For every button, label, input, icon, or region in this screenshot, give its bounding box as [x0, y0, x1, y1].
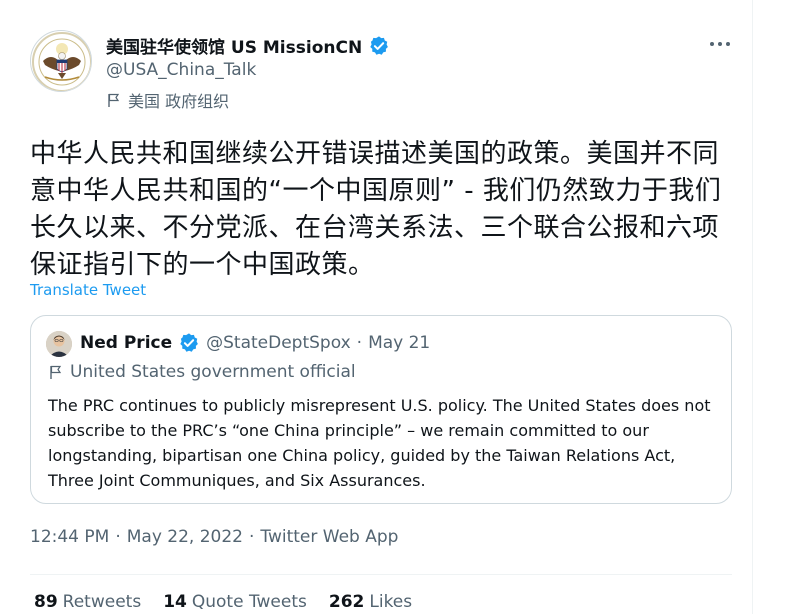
quoted-tweet-text: The PRC continues to publicly misreprese…: [48, 396, 711, 490]
likes-count: 262: [328, 592, 365, 612]
retweets-label: Retweets: [62, 592, 142, 612]
timeline-border: [752, 0, 753, 614]
retweets-stat[interactable]: 89 Retweets: [34, 592, 141, 612]
tweet-meta: 12:44 PM · May 22, 2022 · Twitter Web Ap…: [30, 527, 398, 547]
tweet-text: 中华人民共和国继续公开错误描述美国的政策。美国并不同意中华人民共和国的“一个中国…: [30, 139, 722, 280]
quote-tweets-count: 14: [163, 592, 187, 612]
tweet: 美国驻华使领馆 US MissionCN @USA_China_Talk 美国 …: [0, 0, 800, 614]
quote-tweets-label: Quote Tweets: [191, 592, 307, 612]
government-flag-icon: [50, 365, 62, 379]
quoted-display-name[interactable]: Ned Price: [80, 333, 172, 353]
separator-dot: ·: [356, 333, 363, 353]
more-options-icon[interactable]: [706, 34, 734, 54]
verified-badge-icon: [180, 333, 199, 352]
quote-tweets-stat[interactable]: 14 Quote Tweets: [163, 592, 307, 612]
quoted-date[interactable]: May 21: [368, 333, 430, 353]
author-affiliation: 美国 政府组织: [106, 88, 229, 112]
government-flag-icon: [108, 93, 120, 107]
divider: [30, 574, 732, 575]
quoted-affiliation: United States government official: [48, 362, 356, 382]
profile-photo-avatar: [46, 331, 72, 357]
verified-badge-icon: [370, 35, 389, 55]
quoted-handle[interactable]: @StateDeptSpox: [206, 333, 351, 353]
author-affiliation-label: 美国 政府组织: [128, 92, 230, 111]
likes-label: Likes: [369, 592, 413, 612]
quoted-affiliation-label: United States government official: [70, 362, 356, 382]
tweet-time[interactable]: 12:44 PM: [30, 527, 109, 547]
embassy-seal-icon: [32, 32, 91, 91]
separator-dot: ·: [115, 527, 121, 547]
separator-dot: ·: [249, 527, 255, 547]
quoted-tweet[interactable]: Ned Price @StateDeptSpox · May 21 United…: [30, 315, 732, 504]
likes-stat[interactable]: 262 Likes: [329, 592, 412, 612]
tweet-stats: 89 Retweets 14 Quote Tweets 262 Likes: [34, 592, 412, 612]
tweet-source: Twitter Web App: [260, 527, 399, 547]
author-display-name[interactable]: 美国驻华使领馆 US MissionCN: [106, 33, 362, 58]
translate-tweet-link[interactable]: Translate Tweet: [30, 281, 146, 299]
quoted-author-row: Ned Price @StateDeptSpox · May 21: [80, 332, 430, 354]
author-handle[interactable]: @USA_China_Talk: [106, 60, 256, 80]
tweet-date[interactable]: May 22, 2022: [127, 527, 243, 547]
quoted-author-avatar[interactable]: [46, 331, 72, 357]
author-avatar[interactable]: [30, 30, 92, 92]
retweets-count: 89: [34, 592, 58, 612]
author-name-row[interactable]: 美国驻华使领馆 US MissionCN: [106, 33, 390, 58]
